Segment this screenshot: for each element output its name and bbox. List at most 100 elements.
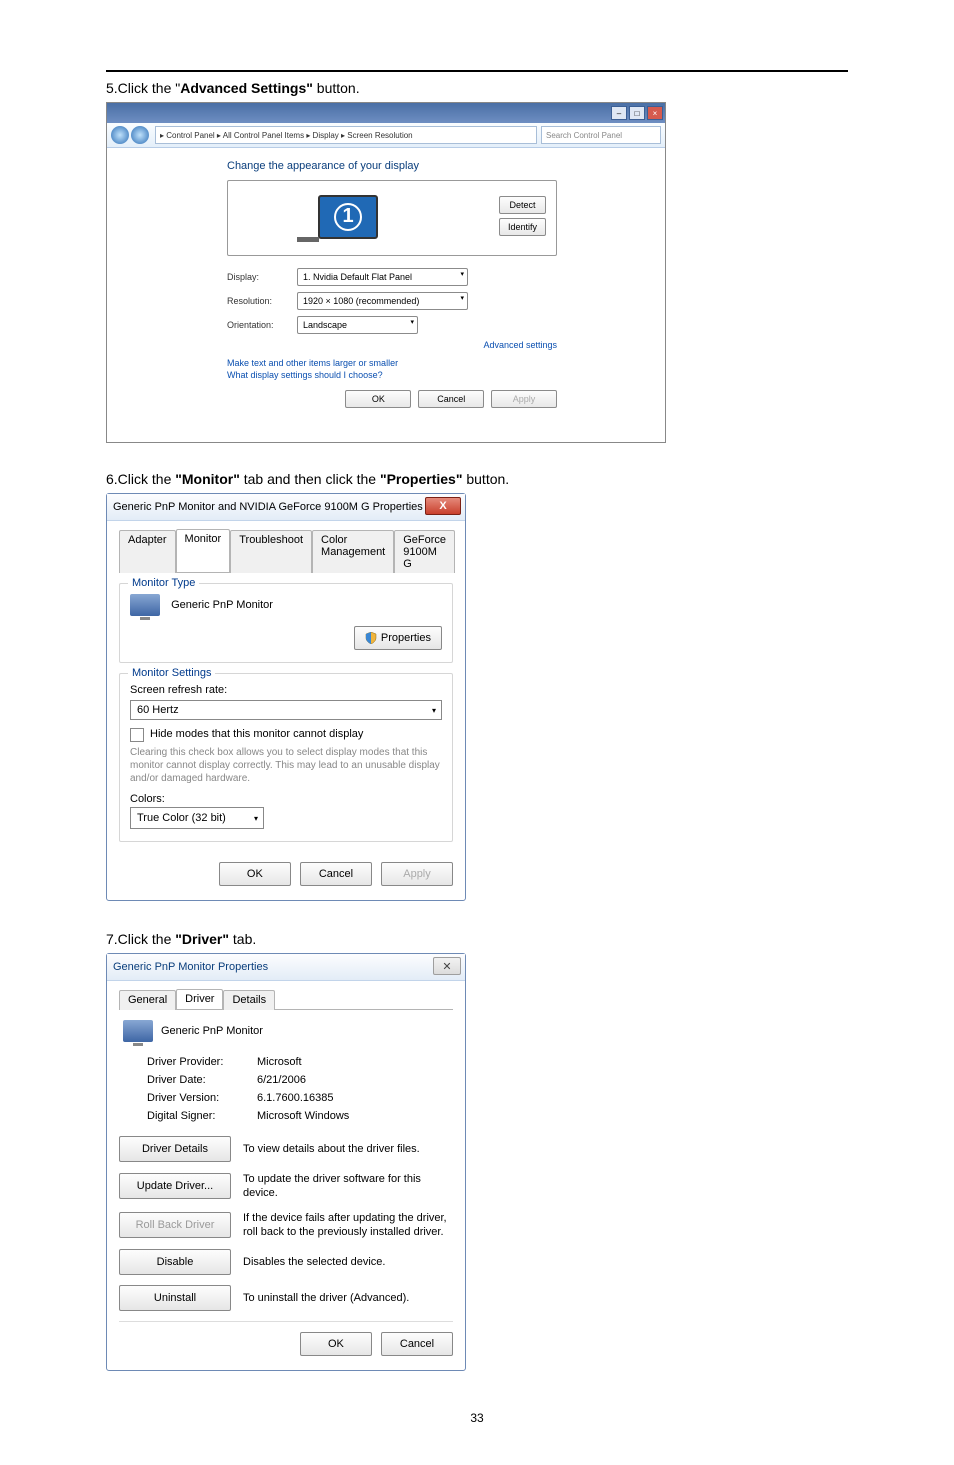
- disable-desc: Disables the selected device.: [243, 1255, 385, 1269]
- monitor-icon: [130, 594, 160, 616]
- disable-button[interactable]: Disable: [119, 1249, 231, 1275]
- close-button[interactable]: X: [425, 497, 461, 515]
- cancel-button[interactable]: Cancel: [418, 390, 484, 408]
- navigation-bar: ▸ Control Panel ▸ All Control Panel Item…: [107, 123, 665, 148]
- text: tab.: [229, 931, 256, 947]
- display-label: Display:: [227, 272, 297, 282]
- minimize-button[interactable]: –: [611, 106, 627, 120]
- driver-details-button[interactable]: Driver Details: [119, 1136, 231, 1162]
- search-input[interactable]: Search Control Panel: [541, 126, 661, 144]
- colors-label: Colors:: [130, 793, 442, 805]
- ok-button[interactable]: OK: [219, 862, 291, 886]
- apply-button[interactable]: Apply: [381, 862, 453, 886]
- maximize-button[interactable]: □: [629, 106, 645, 120]
- driver-details-desc: To view details about the driver files.: [243, 1142, 420, 1156]
- close-button[interactable]: ✕: [433, 957, 461, 975]
- detect-button[interactable]: Detect: [499, 196, 546, 214]
- tab-gpu[interactable]: GeForce 9100M G: [394, 530, 455, 573]
- monitor-name-text: Generic PnP Monitor: [171, 599, 273, 611]
- version-label: Driver Version:: [147, 1092, 257, 1104]
- page-number: 33: [106, 1411, 848, 1425]
- text-size-link[interactable]: Make text and other items larger or smal…: [227, 358, 557, 368]
- dialog-titlebar: Generic PnP Monitor and NVIDIA GeForce 9…: [107, 494, 465, 521]
- text-bold: Advanced Settings": [180, 80, 313, 96]
- forward-button[interactable]: [131, 126, 149, 144]
- apply-button[interactable]: Apply: [491, 390, 557, 408]
- step-7-text: 7.Click the "Driver" tab.: [106, 931, 848, 947]
- page-heading: Change the appearance of your display: [227, 160, 557, 172]
- rollback-driver-button[interactable]: Roll Back Driver: [119, 1212, 231, 1238]
- monitor-type-group: Monitor Type Generic PnP Monitor Propert…: [119, 583, 453, 663]
- text-bold: "Monitor": [175, 471, 240, 487]
- advanced-settings-link[interactable]: Advanced settings: [227, 340, 557, 350]
- text: 5.Click the: [106, 80, 175, 96]
- group-legend: Monitor Settings: [128, 667, 215, 679]
- driver-properties-dialog: Generic PnP Monitor Properties ✕ General…: [106, 953, 466, 1371]
- identify-button[interactable]: Identify: [499, 218, 546, 236]
- uninstall-button[interactable]: Uninstall: [119, 1285, 231, 1311]
- monitor-properties-dialog: Generic PnP Monitor and NVIDIA GeForce 9…: [106, 493, 466, 901]
- monitor-stand: [297, 237, 319, 242]
- hide-modes-checkbox[interactable]: [130, 728, 144, 742]
- signer-value: Microsoft Windows: [257, 1110, 349, 1122]
- button-label: Properties: [381, 632, 431, 644]
- cancel-button[interactable]: Cancel: [300, 862, 372, 886]
- monitor-settings-group: Monitor Settings Screen refresh rate: 60…: [119, 673, 453, 842]
- signer-label: Digital Signer:: [147, 1110, 257, 1122]
- tab-color-management[interactable]: Color Management: [312, 530, 394, 573]
- resolution-label: Resolution:: [227, 296, 297, 306]
- uninstall-desc: To uninstall the driver (Advanced).: [243, 1291, 409, 1305]
- tab-troubleshoot[interactable]: Troubleshoot: [230, 530, 312, 573]
- version-value: 6.1.7600.16385: [257, 1092, 333, 1104]
- text: 6.Click the: [106, 471, 175, 487]
- monitor-properties-button[interactable]: Properties: [354, 626, 442, 650]
- cancel-button[interactable]: Cancel: [381, 1332, 453, 1356]
- text: tab and then click the: [240, 471, 380, 487]
- shield-icon: [365, 632, 377, 644]
- monitor-icon: [123, 1020, 153, 1042]
- titlebar: – □ ×: [107, 103, 665, 123]
- hide-modes-label: Hide modes that this monitor cannot disp…: [150, 728, 363, 740]
- update-driver-button[interactable]: Update Driver...: [119, 1173, 231, 1199]
- refresh-rate-label: Screen refresh rate:: [130, 684, 442, 696]
- display-help-link[interactable]: What display settings should I choose?: [227, 370, 557, 380]
- monitor-number: 1: [334, 203, 362, 231]
- back-button[interactable]: [111, 126, 129, 144]
- text: button.: [462, 471, 509, 487]
- text: 7.Click the: [106, 931, 175, 947]
- tab-strip: General Driver Details: [119, 989, 453, 1010]
- help-text: Clearing this check box allows you to se…: [130, 746, 442, 785]
- device-name-text: Generic PnP Monitor: [161, 1025, 263, 1037]
- horizontal-rule: [106, 70, 848, 72]
- text-bold: "Properties": [380, 471, 463, 487]
- text: button.: [313, 80, 360, 96]
- ok-button[interactable]: OK: [300, 1332, 372, 1356]
- tab-driver[interactable]: Driver: [176, 989, 223, 1009]
- step-5-text: 5.Click the "Advanced Settings" button.: [106, 80, 848, 96]
- tab-adapter[interactable]: Adapter: [119, 530, 176, 573]
- provider-value: Microsoft: [257, 1056, 302, 1068]
- tab-monitor[interactable]: Monitor: [176, 529, 231, 572]
- step-6-text: 6.Click the "Monitor" tab and then click…: [106, 471, 848, 487]
- screen-resolution-window: – □ × ▸ Control Panel ▸ All Control Pane…: [106, 102, 666, 443]
- monitor-thumbnail[interactable]: 1: [318, 195, 378, 239]
- tab-details[interactable]: Details: [223, 990, 275, 1010]
- dialog-title-text: Generic PnP Monitor Properties: [113, 961, 268, 973]
- provider-label: Driver Provider:: [147, 1056, 257, 1068]
- display-select[interactable]: 1. Nvidia Default Flat Panel: [297, 268, 468, 286]
- breadcrumb[interactable]: ▸ Control Panel ▸ All Control Panel Item…: [155, 126, 537, 144]
- orientation-select[interactable]: Landscape: [297, 316, 418, 334]
- group-legend: Monitor Type: [128, 577, 199, 589]
- dialog-title-text: Generic PnP Monitor and NVIDIA GeForce 9…: [113, 501, 423, 513]
- orientation-label: Orientation:: [227, 320, 297, 330]
- dialog-titlebar: Generic PnP Monitor Properties ✕: [107, 954, 465, 981]
- update-driver-desc: To update the driver software for this d…: [243, 1172, 453, 1201]
- close-button[interactable]: ×: [647, 106, 663, 120]
- ok-button[interactable]: OK: [345, 390, 411, 408]
- refresh-rate-select[interactable]: 60 Hertz: [130, 700, 442, 720]
- colors-select[interactable]: True Color (32 bit): [130, 807, 264, 829]
- tab-general[interactable]: General: [119, 990, 176, 1010]
- monitor-preview-area: 1 Detect Identify: [227, 180, 557, 256]
- resolution-select[interactable]: 1920 × 1080 (recommended): [297, 292, 468, 310]
- tab-strip: Adapter Monitor Troubleshoot Color Manag…: [119, 529, 453, 573]
